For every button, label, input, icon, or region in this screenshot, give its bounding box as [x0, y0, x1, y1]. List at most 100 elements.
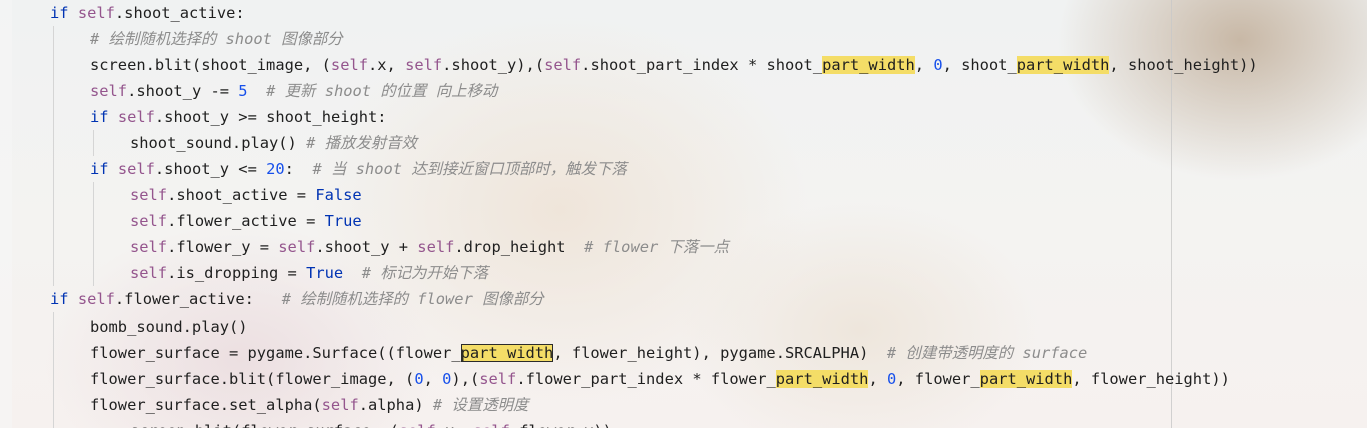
code-token: bomb_sound.play(): [90, 318, 248, 336]
self-token: self: [399, 422, 436, 428]
indent-guide: [93, 182, 94, 286]
self-token: self: [473, 422, 510, 428]
code-line[interactable]: screen.blit(flower_surface, (self.x, sel…: [130, 418, 612, 428]
number-token: 0: [933, 56, 943, 74]
comment-token: # 标记为开始下落: [361, 264, 488, 282]
comment-token: # 绘制随机选择的 flower 图像部分: [281, 290, 544, 308]
keyword-token: if: [90, 108, 109, 126]
code-token: .x,: [368, 56, 406, 74]
editor-gutter: [0, 0, 12, 428]
self-token: self: [130, 186, 168, 204]
code-token: ),(: [451, 370, 480, 388]
keyword-token: if: [90, 160, 109, 178]
search-match-highlight: part_width: [979, 370, 1073, 388]
comment-token: # 创建带透明度的 surface: [886, 344, 1088, 362]
comment-token: # flower 下落一点: [584, 238, 730, 256]
search-match-highlight: part_width: [1016, 56, 1110, 74]
code-token: .shoot_y -=: [127, 82, 239, 100]
self-token: self: [77, 4, 115, 22]
self-token: self: [117, 108, 155, 126]
comment-token: # 播放发射音效: [306, 134, 417, 152]
code-token: screen.blit(flower_surface, (: [130, 422, 399, 428]
self-token: self: [479, 370, 517, 388]
code-token: .shoot_active:: [114, 4, 245, 22]
code-token: .shoot_active =: [167, 186, 316, 204]
code-line[interactable]: bomb_sound.play(): [90, 314, 248, 340]
self-token: self: [405, 56, 443, 74]
code-line[interactable]: flower_surface = pygame.Surface((flower_…: [90, 340, 1087, 366]
comment-token: # 更新 shoot 的位置 向上移动: [266, 82, 498, 100]
code-token: .shoot_y <=: [154, 160, 267, 178]
code-token: , flower_: [896, 370, 980, 388]
self-token: self: [544, 56, 582, 74]
code-line[interactable]: if self.shoot_y <= 20: # 当 shoot 达到接近窗口顶…: [90, 156, 627, 182]
indent-guide: [93, 130, 94, 156]
code-token: .flower_active =: [167, 212, 325, 230]
code-token: , shoot_height)): [1109, 56, 1258, 74]
self-token: self: [417, 238, 455, 256]
code-line[interactable]: screen.blit(shoot_image, (self.x, self.s…: [90, 52, 1258, 78]
number-token: 20: [266, 160, 285, 178]
code-token: .flower_part_index * flower_: [516, 370, 776, 388]
current-search-match: part_width: [460, 344, 554, 362]
code-line[interactable]: if self.shoot_y >= shoot_height:: [90, 104, 387, 130]
code-line[interactable]: flower_surface.set_alpha(self.alpha) # 设…: [90, 392, 528, 418]
code-line[interactable]: self.shoot_active = False: [130, 182, 362, 208]
number-token: 5: [238, 82, 248, 100]
code-token: .shoot_part_index * shoot_: [581, 56, 823, 74]
code-token: , flower_height)): [1072, 370, 1230, 388]
code-token: shoot_sound.play(): [130, 134, 307, 152]
code-line[interactable]: self.is_dropping = True # 标记为开始下落: [130, 260, 488, 286]
self-token: self: [117, 160, 155, 178]
comment-token: # 设置透明度: [432, 396, 529, 414]
code-token: flower_surface = pygame.Surface((flower_: [90, 344, 461, 362]
code-token: :: [284, 160, 313, 178]
search-match-highlight: part_width: [822, 56, 915, 74]
code-line[interactable]: shoot_sound.play() # 播放发射音效: [130, 130, 417, 156]
self-token: self: [130, 238, 168, 256]
code-token: .shoot_y >= shoot_height:: [154, 108, 387, 126]
code-token: flower_surface.blit(flower_image, (: [90, 370, 415, 388]
code-line[interactable]: flower_surface.blit(flower_image, (0, 0)…: [90, 366, 1230, 392]
keyword-token: True: [306, 264, 344, 282]
code-token: .shoot_y),(: [442, 56, 545, 74]
code-token: , flower_height), pygame.SRCALPHA): [553, 344, 887, 362]
code-token: flower_surface.set_alpha(: [90, 396, 322, 414]
keyword-token: False: [315, 186, 362, 204]
self-token: self: [330, 56, 368, 74]
code-line[interactable]: self.shoot_y -= 5 # 更新 shoot 的位置 向上移动: [90, 78, 497, 104]
code-token: .shoot_y +: [315, 238, 418, 256]
code-token: ,: [914, 56, 934, 74]
search-match-highlight: part_width: [775, 370, 869, 388]
code-token: .flower_y)): [510, 422, 612, 428]
code-token: .x,: [436, 422, 473, 428]
number-token: 0: [886, 370, 897, 388]
code-line[interactable]: if self.flower_active: # 绘制随机选择的 flower …: [50, 286, 544, 312]
code-token: , shoot_: [942, 56, 1017, 74]
self-token: self: [130, 264, 168, 282]
number-token: 0: [414, 370, 424, 388]
code-token: .alpha): [358, 396, 433, 414]
code-token: .flower_y =: [167, 238, 279, 256]
comment-token: # 当 shoot 达到接近窗口顶部时，触发下落: [312, 160, 627, 178]
keyword-token: True: [324, 212, 362, 230]
code-line[interactable]: self.flower_y = self.shoot_y + self.drop…: [130, 234, 729, 260]
code-line[interactable]: if self.shoot_active:: [50, 0, 245, 26]
code-token: .is_dropping =: [167, 264, 307, 282]
keyword-token: if: [50, 4, 69, 22]
code-line[interactable]: # 绘制随机选择的 shoot 图像部分: [90, 26, 343, 52]
code-line[interactable]: self.flower_active = True: [130, 208, 362, 234]
self-token: self: [130, 212, 168, 230]
self-token: self: [278, 238, 316, 256]
comment-token: # 绘制随机选择的 shoot 图像部分: [90, 30, 343, 48]
keyword-token: if: [50, 290, 69, 308]
self-token: self: [90, 82, 128, 100]
indent-guide: [53, 312, 54, 428]
code-editor[interactable]: if self.shoot_active: # 绘制随机选择的 shoot 图像部…: [0, 0, 1367, 428]
